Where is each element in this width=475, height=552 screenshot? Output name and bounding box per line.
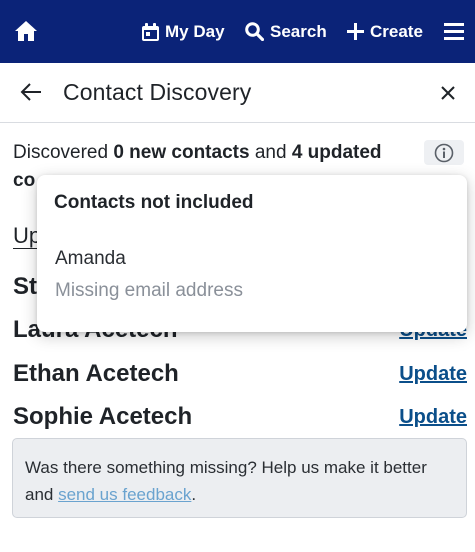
summary-new-count: 0 new contacts (113, 142, 250, 163)
plus-icon (347, 23, 364, 40)
search-label: Search (270, 21, 327, 41)
feedback-suffix: . (191, 485, 197, 504)
back-arrow-icon[interactable] (20, 82, 42, 102)
home-icon[interactable] (14, 20, 38, 42)
panel-title: Contact Discovery (63, 79, 252, 105)
summary-updated-count: 4 updated (291, 142, 382, 163)
create-button[interactable]: Create (347, 0, 423, 63)
create-label: Create (370, 21, 423, 41)
contacts-not-included-popover: Contacts not included Amanda Missing ema… (37, 175, 467, 332)
contact-name: Ethan Acetech (13, 360, 179, 387)
popover-title: Contacts not included (54, 192, 254, 213)
top-navigation-bar: My Day Search Create (0, 0, 475, 63)
my-day-label: My Day (165, 21, 225, 41)
contact-name: Sophie Acetech (13, 403, 193, 430)
feedback-box: Was there something missing? Help us mak… (12, 438, 467, 518)
discovery-summary: Discovered 0 new contacts and 4 updated (13, 140, 413, 166)
feedback-link[interactable]: send us feedback (58, 485, 191, 504)
contact-row: Ethan Acetech Update (13, 357, 467, 391)
excluded-contact-reason: Missing email address (55, 280, 243, 301)
summary-middle: and (249, 142, 292, 163)
close-icon[interactable] (440, 85, 456, 101)
update-link[interactable]: Update (399, 363, 467, 386)
calendar-icon (142, 22, 159, 41)
summary-line-two: co (13, 170, 36, 191)
info-icon (434, 143, 454, 162)
my-day-button[interactable]: My Day (142, 0, 225, 63)
excluded-contact-name: Amanda (55, 248, 126, 269)
info-button[interactable] (424, 140, 464, 165)
search-icon (245, 22, 264, 41)
update-link[interactable]: Update (399, 406, 467, 429)
contact-row: Sophie Acetech Update (13, 400, 467, 434)
menu-icon[interactable] (444, 23, 464, 40)
search-button[interactable]: Search (245, 0, 327, 63)
summary-prefix: Discovered (13, 142, 114, 163)
contact-name: St (13, 273, 37, 300)
